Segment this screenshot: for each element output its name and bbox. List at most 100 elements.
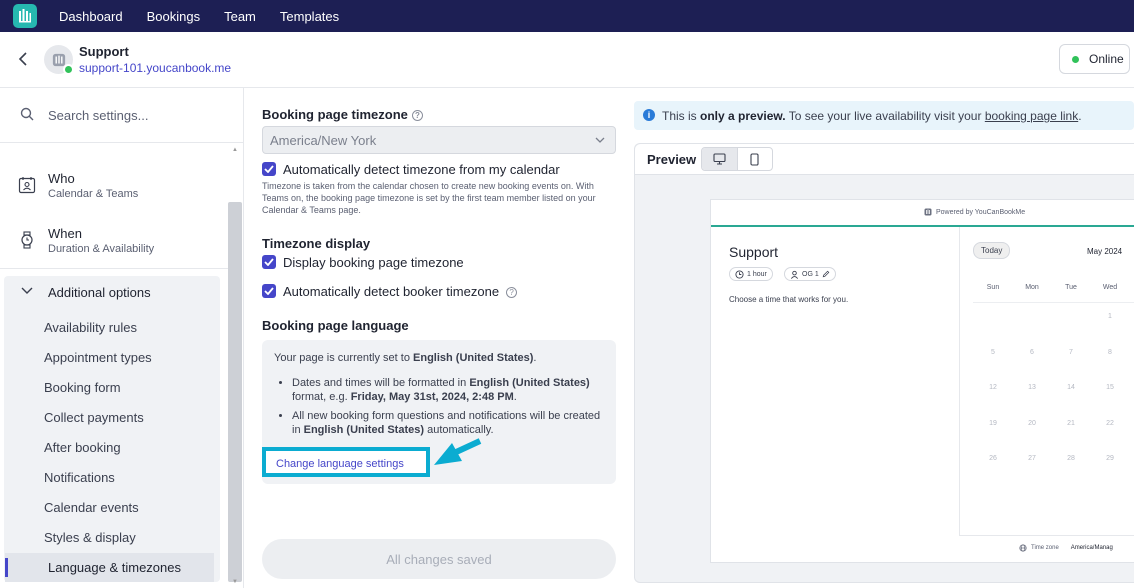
choose-time-text: Choose a time that works for you. — [729, 295, 849, 304]
change-language-settings-link[interactable]: Change language settings — [276, 458, 404, 470]
calendar-day: 26 — [989, 455, 997, 462]
booking-page-timezone-label: Booking page timezone — [262, 107, 408, 122]
language-intro-prefix: Your page is currently set to — [274, 352, 414, 364]
calendar-user-icon — [18, 177, 36, 194]
weekday-label: Tue — [1065, 284, 1077, 291]
sidebar-subitem-language-timezones[interactable]: Language & timezones — [5, 553, 214, 582]
auto-detect-timezone-checkbox[interactable] — [262, 162, 276, 176]
sidebar-subitem-calendar-events[interactable]: Calendar events — [44, 500, 139, 515]
calendar-day: 7 — [1069, 349, 1073, 356]
sidebar-subitem-appointment-types[interactable]: Appointment types — [44, 350, 152, 365]
desktop-icon — [713, 153, 726, 165]
ycbm-logo-icon — [924, 208, 932, 216]
timezone-select-value: America/New York — [270, 132, 377, 148]
calendar-day: 14 — [1067, 384, 1075, 391]
preview-header: Preview — [635, 144, 1134, 175]
info-text: This is — [662, 109, 701, 123]
scroll-down-arrow-icon[interactable]: ▼ — [232, 579, 238, 585]
sidebar-subitem-notifications[interactable]: Notifications — [44, 470, 115, 485]
additional-options-toggle[interactable]: Additional options — [4, 276, 220, 308]
back-arrow-icon[interactable] — [15, 51, 31, 67]
timezone-value[interactable]: America/Manag — [1071, 545, 1113, 551]
booking-page-language-heading: Booking page language — [262, 318, 409, 333]
month-label: May 2024 — [1087, 247, 1123, 256]
nav-bookings[interactable]: Bookings — [147, 9, 200, 24]
help-icon[interactable]: ? — [411, 110, 423, 121]
sidebar-subitem-after-booking[interactable]: After booking — [44, 440, 121, 455]
timezone-label: Time zone — [1031, 545, 1059, 551]
nav-dashboard[interactable]: Dashboard — [59, 9, 123, 24]
sidebar-item-who[interactable]: Who Calendar & Teams — [0, 163, 228, 213]
auto-detect-booker-row: Automatically detect booker timezone? — [283, 284, 518, 299]
accent-bar — [711, 225, 1134, 227]
calendar-day: 12 — [989, 384, 997, 391]
booking-page-link[interactable]: booking page link — [985, 109, 1078, 123]
booking-page-logo-icon — [52, 53, 65, 66]
team-label: OG 1 — [802, 270, 819, 278]
calendar-header-divider — [973, 302, 1134, 303]
language-info-list: Dates and times will be formatted in Eng… — [292, 376, 602, 442]
scroll-up-arrow-icon[interactable]: ▲ — [232, 147, 238, 153]
preview-timezone-row: Time zone America/Manag — [1019, 544, 1113, 552]
today-button[interactable]: Today — [973, 242, 1011, 259]
duration-pill: 1 hour — [729, 267, 773, 281]
top-navbar: Dashboard Bookings Team Templates — [0, 0, 1134, 32]
mobile-view-button[interactable] — [736, 148, 772, 170]
auto-detect-booker-timezone-checkbox[interactable] — [262, 284, 276, 298]
sidebar-subitem-booking-form[interactable]: Booking form — [44, 380, 121, 395]
online-status-button[interactable]: Online — [1059, 44, 1130, 74]
auto-detect-timezone-label: Automatically detect timezone from my ca… — [283, 162, 560, 177]
display-booking-timezone-checkbox[interactable] — [262, 255, 276, 269]
sidebar-item-title: Who — [48, 171, 75, 186]
app-logo-icon[interactable] — [13, 4, 37, 28]
language-current-text: Your page is currently set to English (U… — [274, 352, 536, 364]
help-icon[interactable]: ? — [506, 287, 518, 298]
powered-by: Powered by YouCanBookMe — [924, 208, 1025, 216]
info-text: . — [1078, 109, 1082, 123]
calendar-day: 1 — [1108, 313, 1112, 320]
sidebar-item-when[interactable]: When Duration & Availability — [0, 218, 228, 268]
calendar-day: 28 — [1067, 455, 1075, 462]
display-booking-timezone-label: Display booking page timezone — [283, 255, 464, 270]
sidebar-subitem-collect-payments[interactable]: Collect payments — [44, 410, 144, 425]
checkmark-icon — [264, 165, 274, 173]
online-dot-icon — [1072, 55, 1079, 63]
preview-title: Preview — [647, 152, 697, 167]
sidebar-item-title: When — [48, 226, 82, 241]
clock-icon — [735, 269, 744, 279]
desktop-view-button[interactable] — [702, 148, 737, 170]
bullet-text: format, e.g. — [292, 391, 351, 403]
sidebar-subitem-styles-display[interactable]: Styles & display — [44, 530, 136, 545]
preview-info-text: This is only a preview. To see your live… — [662, 109, 1082, 123]
info-text: To see your live availability visit your — [785, 109, 985, 123]
booking-page-avatar — [44, 45, 74, 75]
preview-info-banner: i This is only a preview. To see your li… — [634, 101, 1134, 130]
calendar-day: 27 — [1028, 455, 1036, 462]
bullet-text: Dates and times will be formatted in — [292, 377, 470, 389]
device-toggle — [701, 147, 773, 171]
search-icon — [20, 107, 34, 121]
pencil-icon — [822, 270, 830, 278]
nav-templates[interactable]: Templates — [280, 9, 339, 24]
calendar-day: 19 — [989, 420, 997, 427]
calendar-day: 22 — [1106, 420, 1114, 427]
bullet-text: . — [513, 391, 517, 403]
weekday-label: Sun — [986, 284, 1000, 291]
search-input[interactable] — [48, 105, 228, 125]
active-indicator — [5, 558, 8, 577]
sidebar-subitem-label: Language & timezones — [48, 560, 181, 575]
list-item: Dates and times will be formatted in Eng… — [292, 376, 602, 404]
preview-panel: Preview Powered by YouCanBookMe Support … — [634, 143, 1134, 583]
weekday-label: Wed — [1102, 284, 1118, 291]
settings-sidebar: Who Calendar & Teams When Duration & Ava… — [0, 88, 244, 588]
online-status-label: Online — [1089, 52, 1124, 66]
team-pill: OG 1 — [784, 267, 836, 281]
sidebar-subitem-availability-rules[interactable]: Availability rules — [44, 320, 137, 335]
booking-page-url[interactable]: support-101.youcanbook.me — [79, 61, 231, 75]
tz-label-row: Booking page timezone? — [262, 107, 423, 122]
save-changes-button[interactable]: All changes saved — [262, 539, 616, 579]
sidebar-scrollbar-thumb[interactable] — [228, 202, 242, 582]
nav-team[interactable]: Team — [224, 9, 256, 24]
calendar-day: 5 — [991, 349, 995, 356]
timezone-select[interactable]: America/New York — [262, 126, 616, 154]
